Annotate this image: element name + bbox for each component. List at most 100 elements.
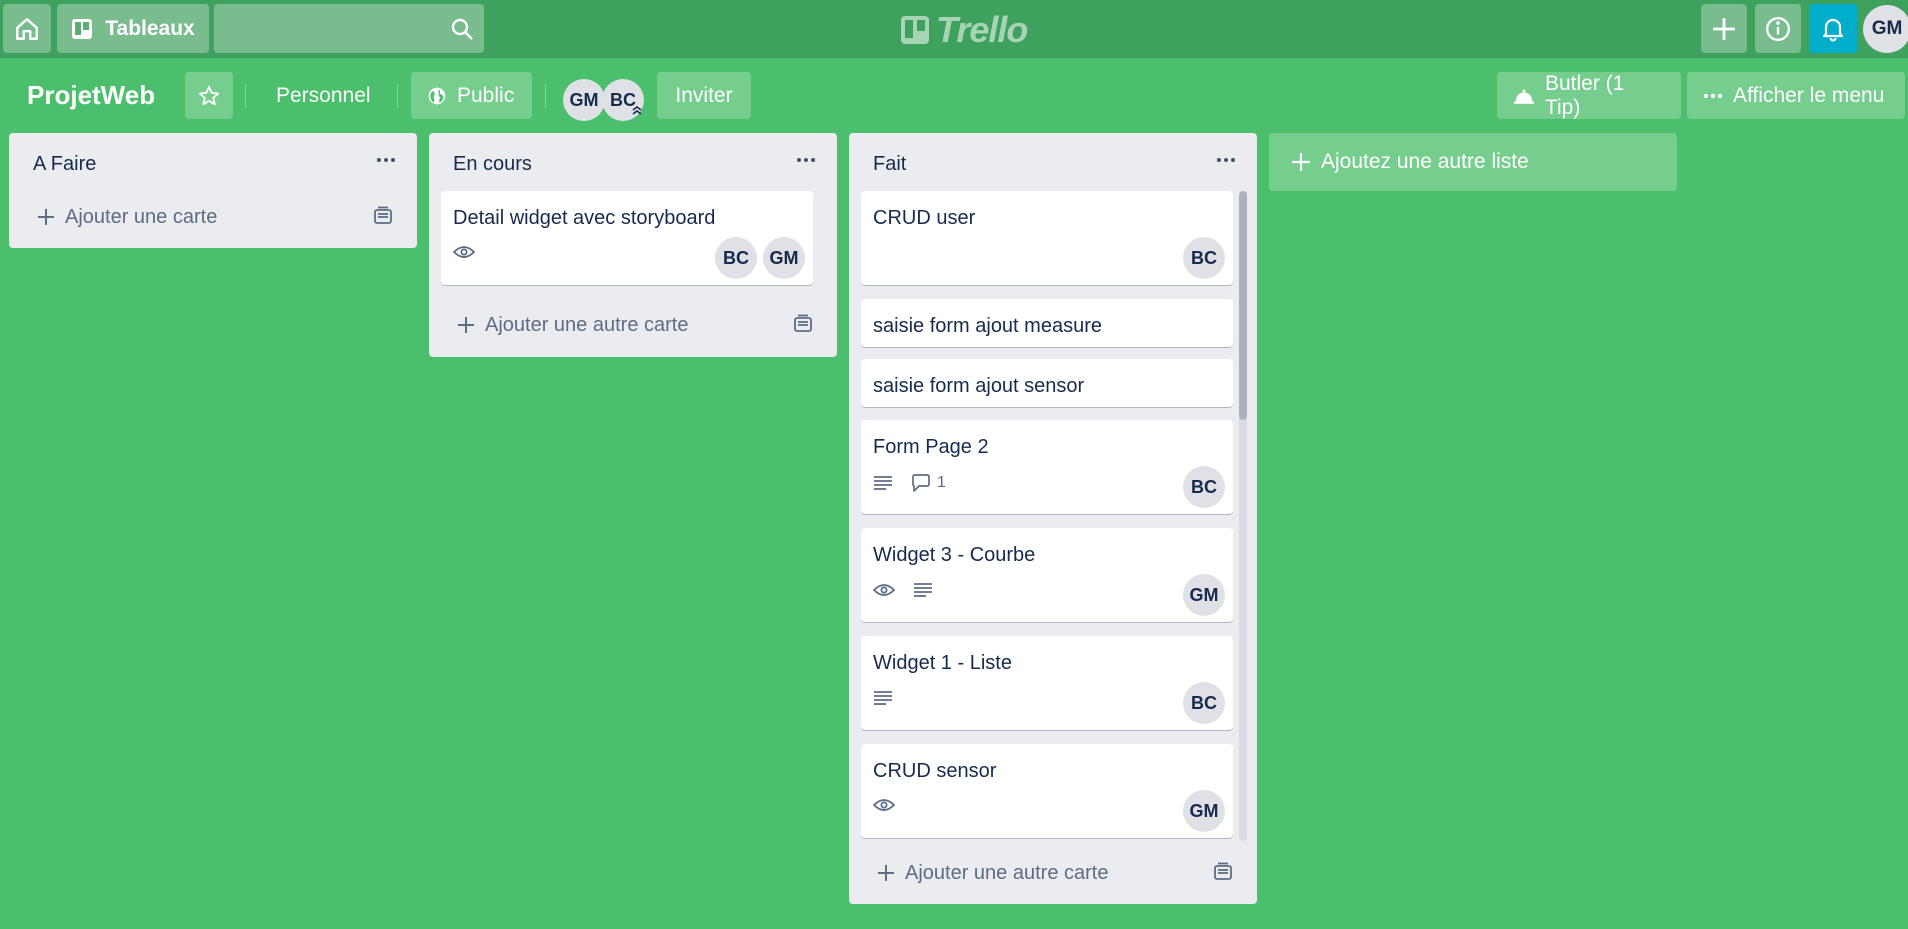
header-divider bbox=[545, 84, 546, 108]
admin-chevron-icon bbox=[632, 106, 642, 115]
more-dots-icon bbox=[1217, 158, 1235, 162]
list-menu-button[interactable] bbox=[1211, 145, 1241, 175]
card-members: BC bbox=[1183, 466, 1225, 508]
invite-label: Inviter bbox=[675, 83, 733, 107]
more-dots-icon bbox=[1703, 93, 1723, 98]
list-title[interactable]: A Faire bbox=[33, 153, 96, 176]
info-icon bbox=[1765, 16, 1791, 41]
boards-button[interactable]: Tableaux bbox=[57, 4, 209, 53]
card[interactable]: CRUD user BC bbox=[861, 191, 1233, 285]
list-en-cours: En cours Detail widget avec storyboard B… bbox=[429, 133, 837, 357]
list-header: En cours bbox=[429, 133, 837, 193]
card-member-avatar[interactable]: GM bbox=[1183, 790, 1225, 832]
card[interactable]: Widget 3 - Courbe GM bbox=[861, 528, 1233, 622]
card-title: CRUD user bbox=[873, 207, 976, 229]
member-avatar[interactable]: GM bbox=[563, 79, 605, 121]
globe-icon bbox=[428, 87, 446, 104]
card[interactable]: CRUD sensor GM bbox=[861, 744, 1233, 838]
boards-label: Tableaux bbox=[105, 16, 195, 40]
list-title[interactable]: Fait bbox=[873, 153, 906, 176]
card[interactable]: saisie form ajout measure bbox=[861, 299, 1233, 347]
user-avatar[interactable]: GM bbox=[1863, 5, 1908, 53]
team-button[interactable]: Personnel bbox=[260, 72, 387, 119]
top-header: Tableaux Trello GM bbox=[0, 0, 1908, 58]
trello-logo[interactable]: Trello bbox=[900, 9, 1028, 50]
list-a-faire: A Faire Ajouter une carte bbox=[9, 133, 417, 248]
card-title: Detail widget avec storyboard bbox=[453, 207, 716, 229]
team-label: Personnel bbox=[276, 83, 371, 107]
show-menu-button[interactable]: Afficher le menu bbox=[1687, 72, 1905, 119]
notifications-button[interactable] bbox=[1809, 4, 1857, 53]
bell-icon bbox=[1822, 18, 1844, 42]
card-title: saisie form ajout sensor bbox=[873, 375, 1085, 397]
add-card-label: Ajouter une autre carte bbox=[485, 313, 689, 336]
watch-eye-icon bbox=[873, 584, 895, 596]
comments-count: 1 bbox=[937, 474, 946, 491]
search-box[interactable] bbox=[214, 4, 484, 53]
add-card-label: Ajouter une autre carte bbox=[905, 861, 1109, 884]
butler-label: Butler (1 Tip) bbox=[1544, 71, 1625, 119]
card-member-avatar[interactable]: BC bbox=[715, 237, 757, 279]
visibility-label: Public bbox=[457, 83, 515, 107]
watch-eye-icon bbox=[453, 246, 475, 258]
list-menu-button[interactable] bbox=[791, 145, 821, 175]
add-card-button[interactable]: Ajouter une carte bbox=[9, 193, 417, 241]
card-title: Widget 1 - Liste bbox=[873, 652, 1012, 674]
list-header: Fait bbox=[849, 133, 1257, 193]
card[interactable]: Form Page 2 1 BC bbox=[861, 420, 1233, 514]
scrollbar-thumb[interactable] bbox=[1239, 191, 1247, 420]
card-members: BC bbox=[1183, 237, 1225, 279]
info-button[interactable] bbox=[1755, 4, 1801, 53]
card-badges bbox=[453, 245, 475, 259]
add-card-label: Ajouter une carte bbox=[65, 205, 218, 228]
more-dots-icon bbox=[797, 158, 815, 162]
card-members: BC bbox=[1183, 682, 1225, 724]
add-card-button[interactable]: Ajouter une autre carte bbox=[429, 301, 837, 349]
add-card-button[interactable]: Ajouter une autre carte bbox=[849, 849, 1257, 897]
header-divider bbox=[245, 84, 246, 108]
description-icon bbox=[874, 691, 892, 705]
card[interactable]: saisie form ajout sensor bbox=[861, 359, 1233, 407]
card-badges bbox=[873, 798, 895, 812]
card-badges bbox=[873, 690, 893, 706]
card-member-avatar[interactable]: BC bbox=[1183, 466, 1225, 508]
star-button[interactable] bbox=[185, 72, 233, 119]
card-member-avatar[interactable]: GM bbox=[1183, 574, 1225, 616]
description-icon bbox=[874, 476, 892, 490]
card-member-avatar[interactable]: BC bbox=[1183, 237, 1225, 279]
butler-bell-icon bbox=[1513, 89, 1535, 104]
search-input[interactable] bbox=[214, 4, 484, 53]
card-template-icon[interactable] bbox=[1213, 862, 1233, 882]
more-dots-icon bbox=[377, 158, 395, 162]
invite-button[interactable]: Inviter bbox=[657, 72, 751, 119]
header-divider bbox=[397, 84, 398, 108]
comment-icon bbox=[912, 474, 930, 492]
show-menu-label: Afficher le menu bbox=[1733, 83, 1885, 107]
boards-icon bbox=[72, 18, 93, 39]
comments-badge: 1 bbox=[911, 474, 946, 492]
card-member-avatar[interactable]: BC bbox=[1183, 682, 1225, 724]
home-button[interactable] bbox=[3, 4, 51, 53]
plus-icon bbox=[38, 209, 54, 225]
card-template-icon[interactable] bbox=[793, 314, 813, 334]
trello-logo-icon bbox=[901, 16, 929, 44]
butler-button[interactable]: Butler (1 Tip) bbox=[1497, 72, 1681, 119]
visibility-button[interactable]: Public bbox=[411, 72, 532, 119]
card-title: CRUD sensor bbox=[873, 760, 997, 782]
create-button[interactable] bbox=[1701, 4, 1747, 53]
home-icon bbox=[16, 17, 38, 40]
card[interactable]: Widget 1 - Liste BC bbox=[861, 636, 1233, 730]
list-title[interactable]: En cours bbox=[453, 153, 532, 176]
card-template-icon[interactable] bbox=[373, 206, 393, 226]
add-list-button[interactable]: Ajoutez une autre liste bbox=[1269, 133, 1677, 191]
board-title[interactable]: ProjetWeb bbox=[27, 80, 155, 111]
watch-eye-icon bbox=[873, 799, 895, 811]
list-menu-button[interactable] bbox=[371, 145, 401, 175]
list-scrollbar[interactable] bbox=[1239, 191, 1247, 841]
card[interactable]: Detail widget avec storyboard BC GM bbox=[441, 191, 813, 285]
card-member-avatar[interactable]: GM bbox=[763, 237, 805, 279]
star-icon bbox=[198, 85, 220, 105]
plus-icon bbox=[1713, 17, 1735, 40]
card-title: Widget 3 - Courbe bbox=[873, 544, 1036, 566]
card-title: Form Page 2 bbox=[873, 436, 989, 458]
